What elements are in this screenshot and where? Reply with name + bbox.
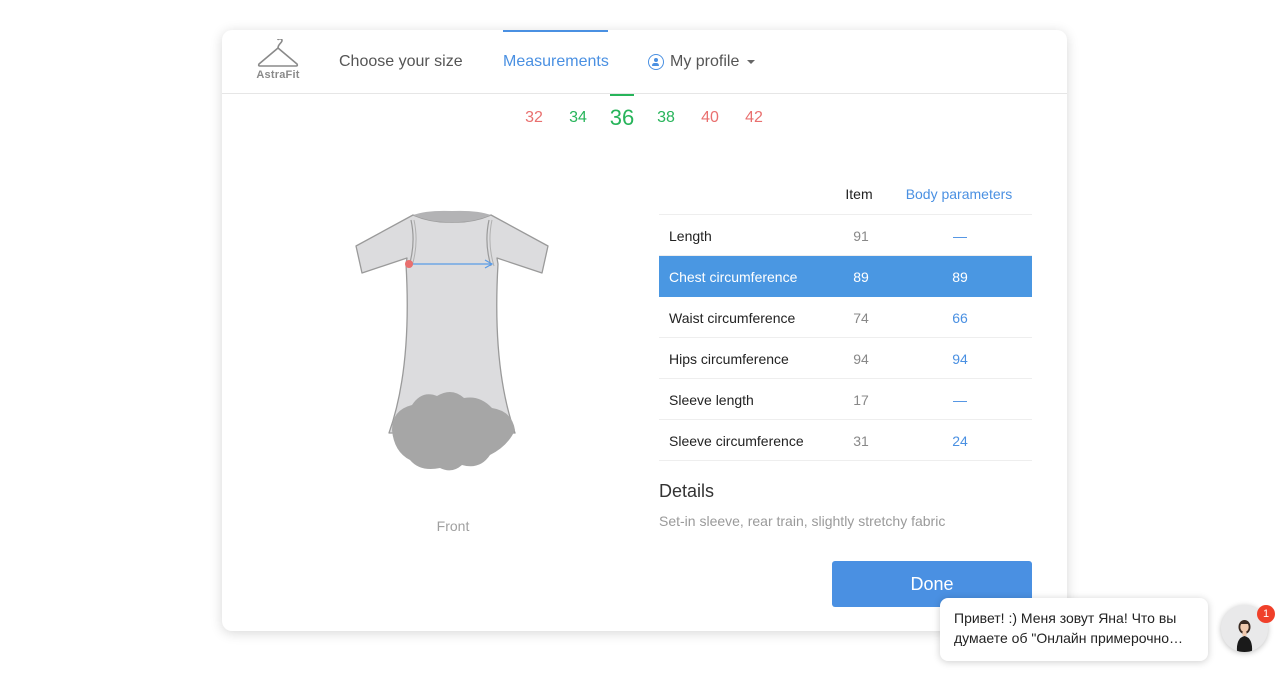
top-nav: AstraFit Choose your size Measurements M… [222,30,1067,94]
row-body-value: 94 [952,351,968,367]
table-row[interactable]: Length 91 — [659,215,1032,256]
table-row-active[interactable]: Chest circumference 89 89 [659,256,1032,297]
row-body-value: 24 [952,433,968,449]
view-label: Front [436,518,470,534]
column-header-body-parameters[interactable]: Body parameters [899,186,1019,202]
size-option[interactable]: 38 [644,94,688,134]
tab-measurements[interactable]: Measurements [503,30,609,94]
measurements-table: Item Body parameters Length 91 — Chest c… [659,180,1032,461]
brand-logo[interactable]: AstraFit [256,39,300,85]
table-header: Item Body parameters [659,180,1032,215]
brand-name: AstraFit [256,69,300,81]
details-text: Set-in sleeve, rear train, slightly stre… [659,513,946,529]
chat-message-line: Привет! :) Меня зовут Яна! Что вы [954,610,1177,626]
row-body-value: 66 [952,310,968,326]
chat-message-bubble[interactable]: Привет! :) Меня зовут Яна! Что вы думает… [940,598,1208,661]
row-item-value: 89 [853,269,869,285]
column-header-item: Item [845,186,873,202]
row-item-value: 94 [853,351,869,367]
row-name: Waist circumference [669,310,796,326]
size-option[interactable]: 42 [732,94,776,134]
row-body-value: 89 [952,269,968,285]
table-row[interactable]: Waist circumference 74 66 [659,297,1032,338]
chest-measure-point [405,260,413,268]
size-option-selected[interactable]: 36 [600,94,644,134]
row-name: Hips circumference [669,351,789,367]
tab-choose-size[interactable]: Choose your size [339,30,463,94]
row-name: Sleeve length [669,392,754,408]
tab-my-profile[interactable]: My profile [648,30,756,94]
chat-message-line: думаете об "Онлайн примерочно… [954,630,1184,646]
row-name: Sleeve circumference [669,433,804,449]
row-name: Chest circumference [669,269,798,285]
size-option[interactable]: 32 [512,94,556,134]
row-item-value: 91 [853,228,869,244]
dress-illustration [355,210,549,471]
measurements-card: AstraFit Choose your size Measurements M… [222,30,1067,631]
chevron-down-icon [747,60,756,64]
row-item-value: 17 [853,392,869,408]
size-selector: 32 34 36 38 40 42 [512,94,776,134]
notification-badge: 1 [1257,605,1275,623]
size-option[interactable]: 40 [688,94,732,134]
hanger-icon [257,39,299,67]
row-name: Length [669,228,712,244]
table-row[interactable]: Sleeve length 17 — [659,379,1032,420]
size-option[interactable]: 34 [556,94,600,134]
table-row[interactable]: Hips circumference 94 94 [659,338,1032,379]
table-row[interactable]: Sleeve circumference 31 24 [659,420,1032,461]
details-title: Details [659,481,715,501]
row-body-value: — [953,228,967,244]
row-item-value: 74 [853,310,869,326]
profile-icon [648,54,664,70]
row-body-value: — [953,392,967,408]
my-profile-label: My profile [670,53,740,70]
row-item-value: 31 [853,433,869,449]
